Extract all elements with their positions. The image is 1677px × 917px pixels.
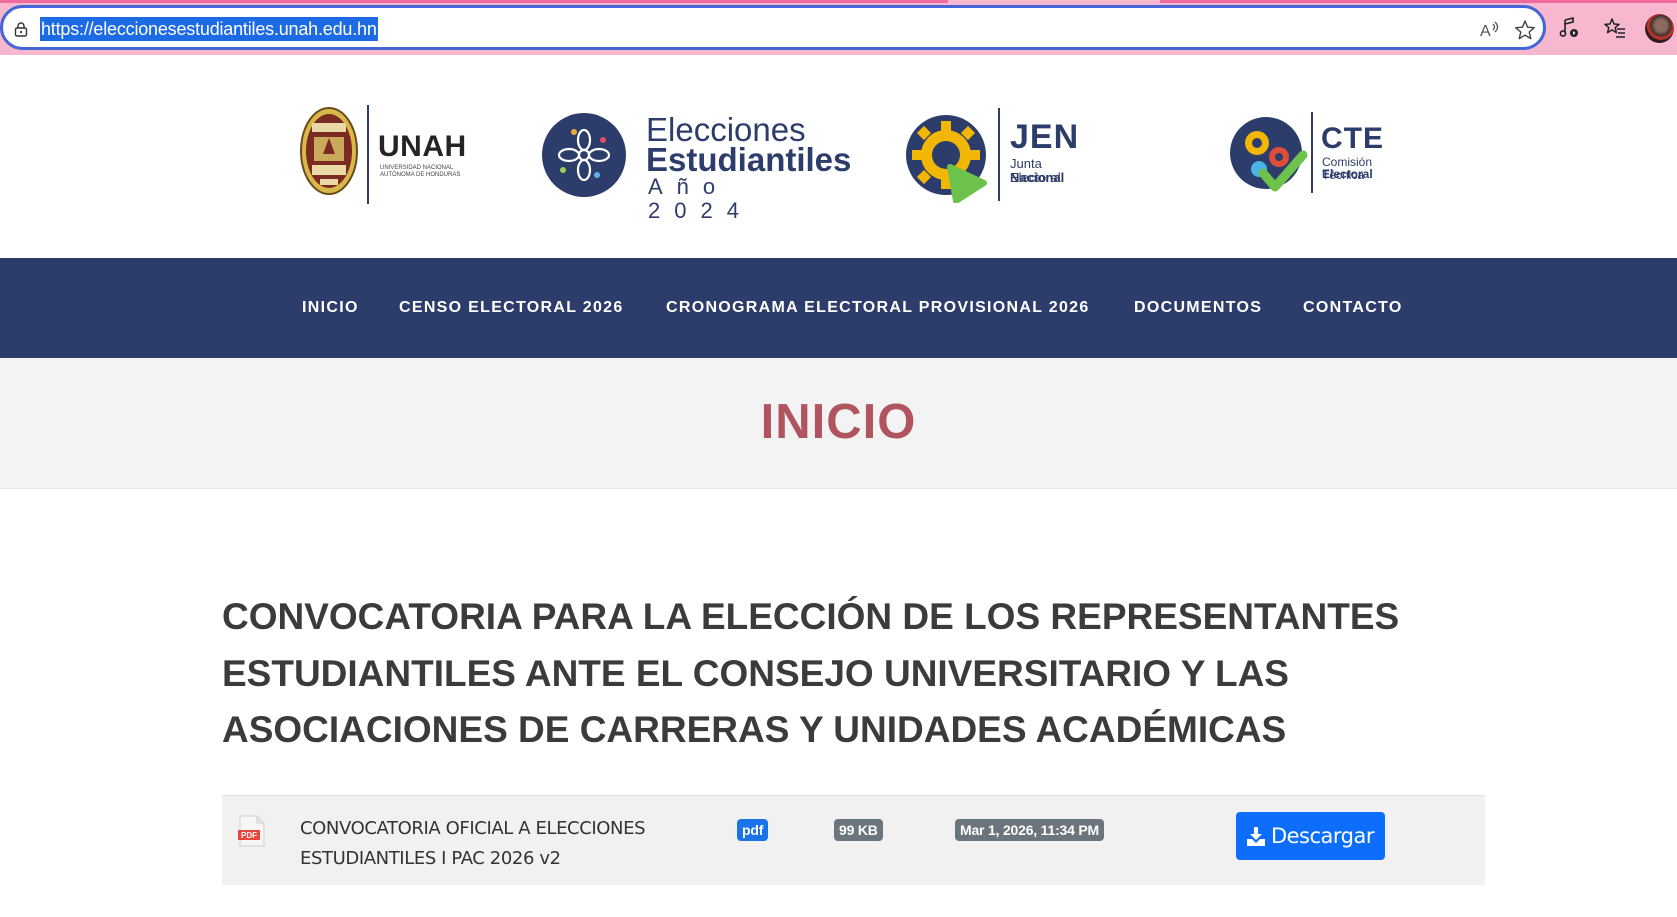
nav-item-inicio[interactable]: INICIO <box>302 298 359 318</box>
convocatoria-heading: CONVOCATORIA PARA LA ELECCIÓN DE LOS REP… <box>222 596 1400 750</box>
nav-item-contacto[interactable]: CONTACTO <box>1303 298 1403 318</box>
file-date-badge: Mar 1, 2026, 11:34 PM <box>955 819 1104 841</box>
file-type-badge: pdf <box>737 819 769 841</box>
nav-item-censo-electoral[interactable]: CENSO ELECTORAL 2026 <box>399 298 624 318</box>
cte-gears-icon <box>1230 117 1308 192</box>
elecciones-emblem-icon <box>542 113 626 197</box>
page-title: INICIO <box>760 395 917 449</box>
unah-subtitle: Universidad Nacional Autónoma de Hondura… <box>380 165 461 178</box>
unah-seal-icon <box>300 107 358 195</box>
nav-item-cronograma[interactable]: CRONOGRAMA ELECTORAL PROVISIONAL 2026 <box>666 298 1090 318</box>
favorite-star-icon[interactable] <box>1514 19 1536 41</box>
jen-wordmark: JEN <box>1010 118 1080 156</box>
elecciones-line2: Estudiantiles <box>646 141 852 178</box>
logo-divider <box>367 105 369 204</box>
main-navbar: INICIO CENSO ELECTORAL 2026 CRONOGRAMA E… <box>0 258 1677 358</box>
jen-gear-icon <box>906 115 987 203</box>
logos-header: UNAH Universidad Nacional Autónoma de Ho… <box>0 55 1677 258</box>
media-control-icon[interactable] <box>1557 16 1581 40</box>
document-row: PDF CONVOCATORIA OFICIAL A ELECCIONES ES… <box>222 795 1485 885</box>
pdf-file-icon: PDF <box>238 815 265 847</box>
logo-divider <box>998 108 1000 201</box>
cte-wordmark: CTE <box>1321 122 1384 155</box>
jen-subtitle-2: Nacional <box>1010 170 1065 185</box>
cte-subtitle-2: Electoral <box>1322 167 1373 181</box>
lock-icon[interactable] <box>13 21 29 37</box>
unah-wordmark: UNAH <box>378 130 467 163</box>
file-size-badge: 99 KB <box>834 819 883 841</box>
download-button[interactable]: Descargar <box>1236 812 1385 860</box>
profile-avatar[interactable] <box>1645 14 1674 43</box>
url-text[interactable]: https://eleccionesestudiantiles.unah.edu… <box>40 17 378 41</box>
tab-strip <box>1160 0 1677 3</box>
logo-divider <box>1311 112 1313 193</box>
browser-toolbar: https://eleccionesestudiantiles.unah.edu… <box>0 0 1677 55</box>
svg-text:PDF: PDF <box>241 831 257 840</box>
elecciones-line3: Año 2024 <box>648 174 753 223</box>
document-title[interactable]: CONVOCATORIA OFICIAL A ELECCIONES ESTUDI… <box>300 814 680 874</box>
page-title-band: INICIO <box>0 358 1677 489</box>
address-bar[interactable]: https://eleccionesestudiantiles.unah.edu… <box>0 5 1546 50</box>
read-aloud-icon[interactable]: A <box>1479 19 1501 41</box>
download-icon <box>1246 826 1265 846</box>
download-button-label: Descargar <box>1270 824 1375 848</box>
tab-strip <box>0 0 948 3</box>
svg-text:A: A <box>1480 23 1491 40</box>
favorites-list-icon[interactable] <box>1603 16 1627 40</box>
nav-item-documentos[interactable]: DOCUMENTOS <box>1134 298 1262 318</box>
